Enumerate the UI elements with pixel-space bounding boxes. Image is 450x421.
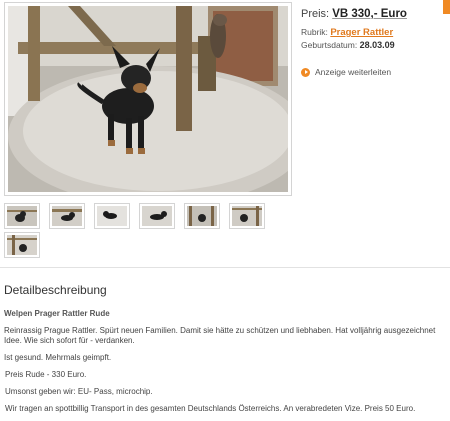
price-value: VB 330,- Euro bbox=[332, 8, 407, 20]
thumbnail-image bbox=[232, 206, 262, 226]
corner-tab bbox=[443, 0, 450, 14]
section-divider bbox=[0, 267, 450, 268]
rubrik-row: Rubrik: Prager Rattler bbox=[301, 26, 441, 39]
price-label: Preis: bbox=[301, 8, 330, 20]
thumbnail-image bbox=[187, 206, 217, 226]
price-row: Preis: VB 330,- Euro bbox=[301, 6, 441, 22]
thumbnail-6[interactable] bbox=[229, 203, 265, 229]
thumbnail-1[interactable] bbox=[4, 203, 40, 229]
description-paragraph: Preis Rude - 330 Euro. bbox=[5, 370, 87, 379]
listing-info: Preis: VB 330,- Euro Rubrik: Prager Ratt… bbox=[301, 6, 441, 77]
rubrik-label: Rubrik: bbox=[301, 27, 328, 37]
main-photo[interactable] bbox=[4, 2, 292, 196]
thumbnail-image bbox=[142, 206, 172, 226]
thumbnail-2[interactable] bbox=[49, 203, 85, 229]
thumbnail-7[interactable] bbox=[4, 232, 40, 258]
description-paragraph: Wir tragen an spottbillig Transport in d… bbox=[5, 404, 416, 413]
detail-section-title: Detailbeschreibung bbox=[4, 283, 107, 297]
description-paragraph: Reinrassig Prague Rattler. Spürt neuen F… bbox=[4, 326, 436, 345]
rubrik-link[interactable]: Prager Rattler bbox=[330, 27, 393, 38]
arrow-right-icon bbox=[301, 67, 310, 77]
thumbnail-image bbox=[52, 206, 82, 226]
thumbnail-image bbox=[97, 206, 127, 226]
thumbnail-image bbox=[7, 206, 37, 226]
description-subtitle: Welpen Prager Rattler Rude bbox=[4, 309, 110, 318]
birthdate-row: Geburtsdatum: 28.03.09 bbox=[301, 39, 441, 52]
description-body: Welpen Prager Rattler Rude Reinrassig Pr… bbox=[4, 309, 448, 414]
thumbnail-image bbox=[7, 235, 37, 255]
birthdate-label: Geburtsdatum: bbox=[301, 40, 358, 50]
description-paragraph: Umsonst geben wir: EU- Pass, microchip. bbox=[5, 387, 153, 396]
thumbnail-3[interactable] bbox=[94, 203, 130, 229]
thumbnail-5[interactable] bbox=[184, 203, 220, 229]
forward-ad-label: Anzeige weiterleiten bbox=[315, 67, 392, 77]
description-paragraph: Ist gesund. Mehrmals geimpft. bbox=[4, 353, 112, 362]
birthdate-value: 28.03.09 bbox=[359, 40, 395, 50]
forward-ad-link[interactable]: Anzeige weiterleiten bbox=[301, 67, 441, 77]
thumbnail-4[interactable] bbox=[139, 203, 175, 229]
puppy-photo-image bbox=[8, 6, 288, 192]
